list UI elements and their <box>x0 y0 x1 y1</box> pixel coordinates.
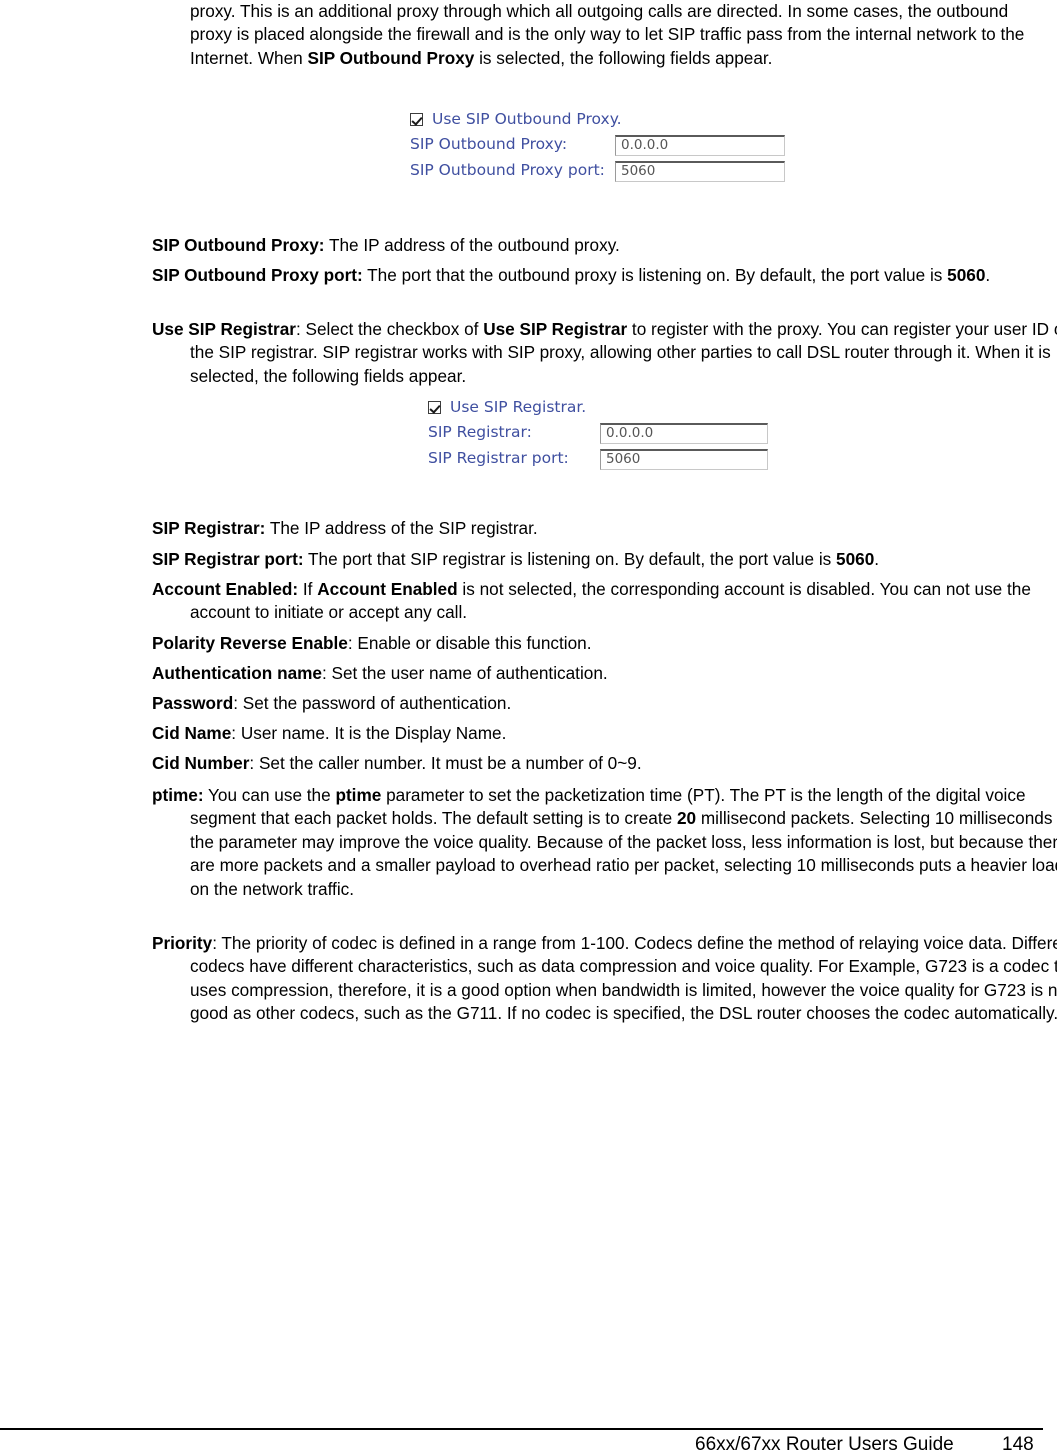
definition-term: Polarity Reverse Enable <box>152 633 348 653</box>
intro-tail-text: is selected, the following fields appear… <box>474 47 773 68</box>
definition-body: : Enable or disable this function. <box>347 633 592 653</box>
sip-outbound-proxy-input[interactable]: 0.0.0.0 <box>615 134 785 156</box>
sip-outbound-proxy-port-input[interactable]: 5060 <box>615 160 785 182</box>
footer-divider <box>0 1428 1043 1430</box>
footer-page-number: 148 <box>1002 1434 1034 1456</box>
definition-body: : Set the password of authentication. <box>233 693 512 713</box>
sip-registrar-field-row: SIP Registrar: 0.0.0.0 <box>428 422 778 444</box>
definition-bold-value-2: 20 <box>676 808 697 829</box>
definition-term: Password <box>152 693 234 713</box>
definition-body: : The priority of codec is defined in a … <box>190 933 1057 1024</box>
use-sip-outbound-proxy-checkbox[interactable] <box>410 113 423 127</box>
intro-bold-term: SIP Outbound Proxy <box>307 47 475 68</box>
definition-term: ptime: <box>152 785 204 805</box>
definition-sip-registrar-port: SIP Registrar port: The port that SIP re… <box>152 548 1057 571</box>
definition-bold-value: Use SIP Registrar <box>483 319 628 339</box>
definition-term: Cid Name <box>152 723 232 743</box>
definition-term: SIP Registrar: <box>152 518 266 538</box>
sip-registrar-screenshot: Use SIP Registrar. SIP Registrar: 0.0.0.… <box>428 398 778 470</box>
footer-guide-title-text: 66xx/67xx Router Users Guide <box>695 1434 954 1455</box>
sip-outbound-proxy-field-row: SIP Outbound Proxy: 0.0.0.0 <box>410 134 795 156</box>
definition-body: : User name. It is the Display Name. <box>231 723 507 743</box>
document-page: proxy. This is an additional proxy throu… <box>0 0 1057 1456</box>
sip-registrar-port-field-row: SIP Registrar port: 5060 <box>428 448 778 470</box>
definition-term: Use SIP Registrar <box>152 319 296 339</box>
definition-term: Cid Number <box>152 753 250 773</box>
definition-body: The IP address of the SIP registrar. <box>265 518 538 538</box>
definition-bold-value: Account Enabled <box>317 579 458 599</box>
definition-term: SIP Outbound Proxy: <box>152 235 325 255</box>
definition-cid-name: Cid Name: User name. It is the Display N… <box>152 722 1057 745</box>
definition-body: : Set the caller number. It must be a nu… <box>249 753 642 773</box>
definition-body: : Select the checkbox of <box>295 319 484 339</box>
definition-sip-outbound-proxy: SIP Outbound Proxy: The IP address of th… <box>152 234 1057 257</box>
use-sip-registrar-label: Use SIP Registrar. <box>450 398 587 416</box>
definition-term: Priority <box>152 933 213 953</box>
use-sip-outbound-proxy-label: Use SIP Outbound Proxy. <box>432 110 622 128</box>
sip-registrar-input[interactable]: 0.0.0.0 <box>600 422 768 444</box>
sip-outbound-proxy-field-label: SIP Outbound Proxy: <box>410 135 568 154</box>
definition-sip-registrar: SIP Registrar: The IP address of the SIP… <box>152 517 1057 540</box>
definition-account-enabled: Account Enabled: If Account Enabled is n… <box>152 578 1057 625</box>
definition-body: The port that SIP registrar is listening… <box>303 549 837 569</box>
definition-polarity-reverse-enable: Polarity Reverse Enable: Enable or disab… <box>152 632 1057 655</box>
definition-use-sip-registrar: Use SIP Registrar: Select the checkbox o… <box>152 318 1057 388</box>
definition-bold-value: ptime <box>335 785 382 805</box>
definition-ptime: ptime: You can use the ptime parameter t… <box>152 784 1057 901</box>
footer-guide-title: 66xx/67xx Router Users Guide <box>695 1434 954 1456</box>
definition-body-tail: . <box>985 265 991 285</box>
use-sip-outbound-proxy-row[interactable]: Use SIP Outbound Proxy. <box>410 110 795 128</box>
definition-sip-outbound-proxy-port: SIP Outbound Proxy port: The port that t… <box>152 264 1057 287</box>
definition-body: If <box>298 579 318 599</box>
definition-password: Password: Set the password of authentica… <box>152 692 1057 715</box>
sip-registrar-port-field-label: SIP Registrar port: <box>428 449 569 468</box>
intro-paragraph: proxy. This is an additional proxy throu… <box>190 0 1045 70</box>
use-sip-registrar-row[interactable]: Use SIP Registrar. <box>428 398 778 416</box>
definition-bold-value: 5060 <box>947 265 986 285</box>
definition-term: SIP Registrar port: <box>152 549 304 569</box>
definition-term: Authentication name <box>152 663 322 683</box>
definition-priority: Priority: The priority of codec is defin… <box>152 932 1057 1026</box>
use-sip-registrar-checkbox[interactable] <box>428 401 441 415</box>
definition-term: Account Enabled: <box>152 579 299 599</box>
definition-cid-number: Cid Number: Set the caller number. It mu… <box>152 752 1057 775</box>
definition-body: The IP address of the outbound proxy. <box>324 235 620 255</box>
sip-outbound-proxy-screenshot: Use SIP Outbound Proxy. SIP Outbound Pro… <box>410 110 795 182</box>
footer-page-number-text: 148 <box>1002 1434 1034 1455</box>
definition-authentication-name: Authentication name: Set the user name o… <box>152 662 1057 685</box>
definition-body-tail: . <box>874 549 880 569</box>
sip-outbound-proxy-port-field-row: SIP Outbound Proxy port: 5060 <box>410 160 795 182</box>
definition-body: You can use the <box>203 785 336 805</box>
sip-registrar-field-label: SIP Registrar: <box>428 423 532 442</box>
sip-outbound-proxy-port-field-label: SIP Outbound Proxy port: <box>410 161 605 180</box>
sip-registrar-port-input[interactable]: 5060 <box>600 448 768 470</box>
definition-term: SIP Outbound Proxy port: <box>152 265 363 285</box>
definition-bold-value: 5060 <box>836 549 875 569</box>
definition-body: The port that the outbound proxy is list… <box>362 265 948 285</box>
definition-body: : Set the user name of authentication. <box>321 663 608 683</box>
